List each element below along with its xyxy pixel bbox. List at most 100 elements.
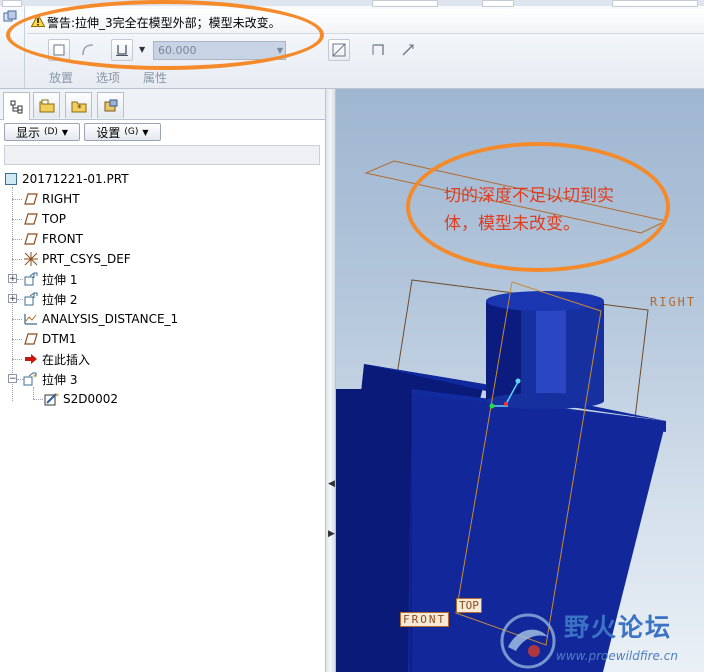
top-frame xyxy=(0,0,704,7)
solid-button[interactable] xyxy=(48,39,70,61)
tree-item-label: PRT_CSYS_DEF xyxy=(42,252,131,266)
collapse-icon[interactable]: − xyxy=(8,374,17,384)
tree-item-insert-here[interactable]: 在此插入 xyxy=(23,350,90,368)
svg-text:*: * xyxy=(33,373,37,382)
tree-item-label: RIGHT xyxy=(42,192,80,206)
watermark-title: 野火论坛 xyxy=(564,613,673,642)
tree-header-strip xyxy=(4,145,320,165)
watermark-logo-icon xyxy=(500,613,556,669)
watermark-url: www.proewildfire.cn xyxy=(556,649,678,663)
tree-item-extrude-3[interactable]: * 拉伸 3 xyxy=(23,370,77,388)
plane-label-top: TOP xyxy=(456,598,482,613)
settings-button[interactable]: 设置 (G) ▼ xyxy=(84,123,161,141)
settings-button-key: (G) xyxy=(124,127,139,137)
blind-depth-icon xyxy=(116,45,128,56)
chevron-down-icon: ▼ xyxy=(61,127,69,137)
tree-item-front[interactable]: FRONT xyxy=(23,230,83,248)
display-button-key: (D) xyxy=(43,127,58,137)
surface-icon xyxy=(82,44,94,56)
chevron-down-icon[interactable]: ▼ xyxy=(277,46,283,55)
forum-watermark: 野火论坛 www.proewildfire.cn xyxy=(492,605,704,672)
favorites-icon: * xyxy=(71,101,86,113)
tree-item-label: ANALYSIS_DISTANCE_1 xyxy=(42,312,179,326)
expand-icon[interactable]: + xyxy=(8,294,17,304)
plane-label-front: FRONT xyxy=(400,612,450,627)
model-tree: 20171221-01.PRT RIGHT TOP FRONT PRT_CSYS… xyxy=(0,169,325,589)
tree-root[interactable]: 20171221-01.PRT xyxy=(3,170,129,188)
dashboard-gutter xyxy=(0,6,25,88)
extrude-dashboard: 警告:拉伸_3完全在模型外部；模型未改变。 ▼ 60.000 ▼ 放置 选项 属… xyxy=(0,0,704,89)
tree-item-analysis[interactable]: ANALYSIS_DISTANCE_1 xyxy=(23,310,178,328)
model-tree-icon xyxy=(10,100,22,113)
expand-icon[interactable]: + xyxy=(8,274,17,284)
datum-plane-icon xyxy=(23,191,39,207)
collapse-left-icon[interactable]: ◀ xyxy=(328,479,335,489)
flip-direction-button[interactable] xyxy=(398,40,418,60)
tree-item-csys[interactable]: PRT_CSYS_DEF xyxy=(23,250,131,268)
thicken-button[interactable] xyxy=(368,40,388,60)
cylinder-top xyxy=(486,291,604,311)
svg-text:*: * xyxy=(77,104,82,113)
tab-folder-browser[interactable] xyxy=(33,92,60,118)
model-view xyxy=(336,160,668,672)
folder-icon xyxy=(39,99,54,112)
datum-plane-icon xyxy=(23,331,39,347)
tree-item-sketch[interactable]: * S2D0002 xyxy=(44,390,118,408)
remove-material-button[interactable] xyxy=(328,39,350,61)
extrude-icon xyxy=(23,291,39,307)
solid-icon xyxy=(53,44,65,56)
navigator-panel: * 显示 (D) ▼ 设置 (G) ▼ 20171221-01.PRT RIGH… xyxy=(0,89,325,672)
warning-message: 警告:拉伸_3完全在模型外部；模型未改变。 xyxy=(47,16,281,30)
graphics-window[interactable]: RIGHT TOP FRONT 切的深度不足以切到实体，模型未改变。 野火论坛 … xyxy=(336,89,704,672)
depth-value-input[interactable]: 60.000 ▼ xyxy=(153,41,286,60)
tree-item-dtm1[interactable]: DTM1 xyxy=(23,330,77,348)
tree-item-label: 拉伸 1 xyxy=(42,272,78,287)
expand-right-icon[interactable]: ▶ xyxy=(328,529,335,539)
plane-label-right: RIGHT xyxy=(650,295,697,309)
warning-icon xyxy=(31,14,45,27)
depth-dropdown-icon[interactable]: ▼ xyxy=(139,45,145,54)
tree-item-extrude-1[interactable]: 拉伸 1 xyxy=(23,270,77,288)
flip-icon xyxy=(402,44,414,56)
part-icon xyxy=(3,171,19,187)
display-button[interactable]: 显示 (D) ▼ xyxy=(4,123,80,141)
tree-item-label: 在此插入 xyxy=(42,352,91,367)
panel-button-row: 显示 (D) ▼ 设置 (G) ▼ xyxy=(0,120,325,146)
message-bar: 警告:拉伸_3完全在模型外部；模型未改变。 xyxy=(27,9,704,34)
navigator-tabs: * xyxy=(0,89,325,120)
tab-model-tree[interactable] xyxy=(3,92,30,120)
tree-item-label: 拉伸 2 xyxy=(42,292,78,307)
tab-options[interactable]: 选项 xyxy=(96,69,120,86)
cylinder-highlight xyxy=(536,301,566,401)
tab-favorites[interactable]: * xyxy=(65,92,92,118)
tree-item-label: FRONT xyxy=(42,232,83,246)
datum-plane-icon xyxy=(23,231,39,247)
tree-item-label: DTM1 xyxy=(42,332,77,346)
tree-item-extrude-2[interactable]: 拉伸 2 xyxy=(23,290,77,308)
depth-option-button[interactable] xyxy=(111,39,133,61)
connections-icon xyxy=(104,99,117,111)
settings-button-label: 设置 xyxy=(96,125,121,140)
surface-button[interactable] xyxy=(78,40,98,60)
analysis-icon xyxy=(23,311,39,327)
extrude-icon xyxy=(23,271,39,287)
thicken-icon xyxy=(372,44,384,55)
depth-value: 60.000 xyxy=(158,44,197,57)
tab-connections[interactable] xyxy=(97,92,124,118)
tree-item-top[interactable]: TOP xyxy=(23,210,66,228)
tree-item-label: S2D0002 xyxy=(63,392,119,406)
block-left-face-dark xyxy=(336,389,411,672)
tree-item-label: 拉伸 3 xyxy=(42,372,78,387)
tab-properties[interactable]: 属性 xyxy=(143,69,167,86)
datum-plane-icon xyxy=(23,211,39,227)
display-button-label: 显示 xyxy=(15,125,40,140)
svg-text:*: * xyxy=(55,392,59,401)
remove-material-icon xyxy=(332,43,346,57)
tree-item-label: TOP xyxy=(42,212,67,226)
sketch-icon: * xyxy=(44,391,60,407)
csys-icon xyxy=(23,251,39,267)
tab-placement[interactable]: 放置 xyxy=(49,69,73,86)
panel-splitter[interactable]: ◀ ▶ xyxy=(325,89,336,672)
insert-here-arrow-icon xyxy=(23,351,39,367)
tree-item-right[interactable]: RIGHT xyxy=(23,190,80,208)
